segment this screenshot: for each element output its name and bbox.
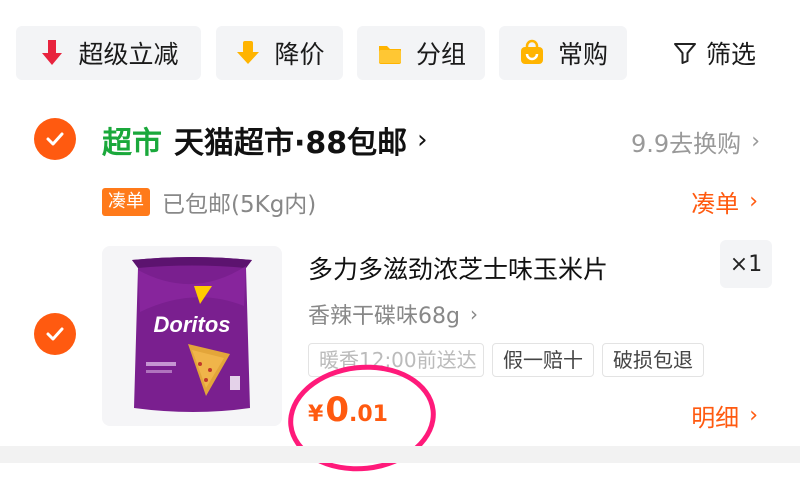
- folder-icon: [376, 39, 404, 67]
- check-icon: [46, 327, 64, 341]
- chip-label: 分组: [415, 40, 466, 69]
- product-image[interactable]: Doritos: [102, 246, 282, 426]
- chevron-right-icon: ›: [749, 189, 758, 214]
- price-decimal: .01: [348, 402, 388, 427]
- price-symbol: ¥: [308, 402, 324, 427]
- filter-label: 筛选: [706, 40, 757, 69]
- add-items-label: 凑单: [691, 190, 740, 218]
- product-title[interactable]: 多力多滋劲浓芝士味玉米片: [308, 250, 608, 286]
- shopping-bag-icon: [518, 39, 546, 67]
- chip-super-discount[interactable]: 超级立减: [16, 26, 201, 80]
- chip-frequent-buy[interactable]: 常购: [499, 26, 627, 80]
- filter-bar: 超级立减 降价 分组 常购 筛选: [0, 0, 800, 98]
- shipping-badge: 凑单: [102, 188, 150, 216]
- service-tags: 暖香12:00前送达 假一赔十 破损包退: [308, 343, 712, 377]
- quantity-stepper[interactable]: ×1: [720, 240, 772, 288]
- shipping-info: 凑单 已包邮(5Kg内): [102, 184, 316, 220]
- product-spec-selector[interactable]: 香辣干碟味68g ›: [308, 298, 478, 330]
- price-drop-icon: [234, 39, 262, 67]
- item-select-checkbox[interactable]: [34, 313, 76, 355]
- service-tag: 暖香12:00前送达: [308, 343, 484, 377]
- product-price: ¥ 0 .01: [308, 390, 388, 430]
- price-integer: 0: [325, 390, 349, 430]
- chip-label: 超级立减: [78, 40, 179, 69]
- store-name: 天猫超市·88包邮: [174, 126, 408, 161]
- add-items-link[interactable]: 凑单 ›: [691, 184, 758, 219]
- product-brand-text: Doritos: [154, 312, 231, 337]
- check-icon: [46, 132, 64, 146]
- chevron-right-icon: ›: [749, 403, 758, 428]
- chevron-right-icon: ›: [469, 302, 478, 326]
- bottom-divider: [0, 446, 800, 463]
- spec-label: 香辣干碟味68g: [308, 304, 460, 329]
- chip-price-drop[interactable]: 降价: [216, 26, 343, 80]
- chevron-right-icon: ›: [751, 129, 760, 154]
- store-header[interactable]: 超市 天猫超市·88包邮 ›: [102, 114, 428, 166]
- exchange-label: 9.9去换购: [631, 130, 742, 158]
- chevron-right-icon: ›: [417, 125, 428, 155]
- shipping-text: 已包邮(5Kg内): [162, 192, 317, 218]
- price-detail-link[interactable]: 明细 ›: [691, 398, 758, 433]
- filter-button[interactable]: 筛选: [672, 26, 756, 80]
- store-tag: 超市: [102, 126, 162, 161]
- red-down-arrow-icon: [38, 39, 66, 67]
- exchange-link[interactable]: 9.9去换购 ›: [631, 124, 760, 159]
- chip-label: 降价: [274, 40, 325, 69]
- service-tag: 破损包退: [602, 343, 704, 377]
- store-select-checkbox[interactable]: [34, 118, 76, 160]
- detail-label: 明细: [691, 404, 740, 432]
- service-tag: 假一赔十: [492, 343, 594, 377]
- chip-bag-graphic: Doritos: [132, 257, 252, 412]
- chip-group[interactable]: 分组: [357, 26, 485, 80]
- funnel-icon: [672, 40, 698, 66]
- chip-label: 常购: [557, 40, 608, 69]
